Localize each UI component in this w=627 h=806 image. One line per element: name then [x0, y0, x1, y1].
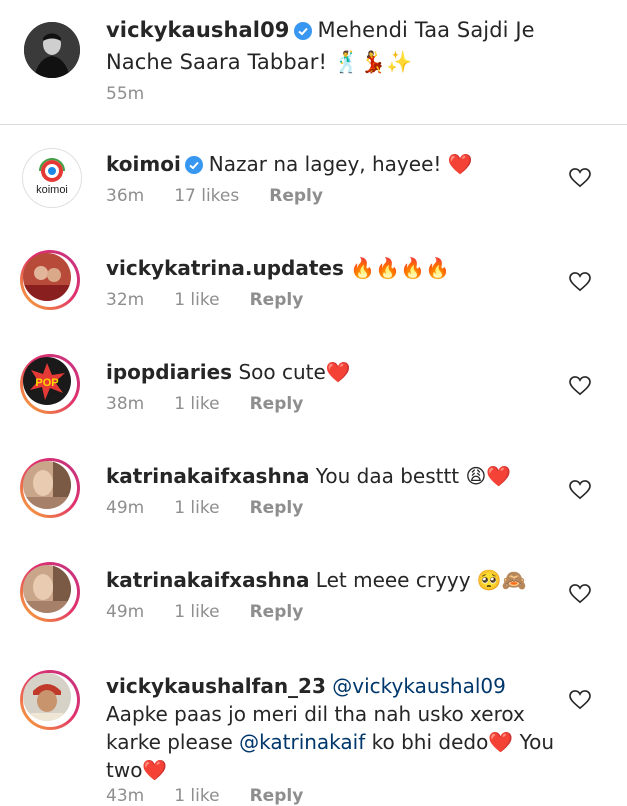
verified-badge-icon — [293, 19, 312, 48]
post-caption: vickykaushal09 Mehendi Taa Sajdi Je Nache… — [0, 0, 627, 120]
comment-text: vickykatrina.updates 🔥🔥🔥🔥 — [106, 254, 566, 282]
comment-body: You daa besttt 😩❤️ — [315, 464, 512, 488]
comment-likes[interactable]: 1 like — [174, 786, 219, 806]
comment-item: katrinakaifxashna Let meee cryyy 🥺🙈 49m 1… — [0, 552, 627, 656]
like-heart-icon[interactable] — [569, 690, 591, 710]
comment-likes[interactable]: 1 like — [174, 498, 219, 518]
commenter-avatar[interactable]: koimoi — [22, 148, 82, 208]
comment-username[interactable]: katrinakaifxashna — [106, 568, 309, 592]
commenter-avatar[interactable] — [20, 670, 80, 730]
comment-item: vickykaushalfan_23 @vickykaushal09 Aapke… — [0, 660, 627, 806]
comment-time: 32m — [106, 290, 145, 310]
like-heart-icon[interactable] — [569, 168, 591, 188]
reply-button[interactable]: Reply — [250, 786, 304, 806]
like-heart-icon[interactable] — [569, 584, 591, 604]
verified-badge-icon — [184, 153, 203, 181]
like-heart-icon[interactable] — [569, 272, 591, 292]
caption-text: vickykaushal09 Mehendi Taa Sajdi Je Nache… — [106, 16, 586, 77]
like-heart-icon[interactable] — [569, 376, 591, 396]
comment-body: Nazar na lagey, hayee! ❤️ — [208, 152, 473, 176]
commenter-avatar[interactable] — [20, 250, 80, 310]
commenter-avatar[interactable] — [20, 562, 80, 622]
comment-meta: 38m 1 like Reply — [106, 394, 333, 414]
commenter-avatar[interactable]: POP — [20, 354, 80, 414]
comment-text: koimoi Nazar na lagey, hayee! ❤️ — [106, 150, 566, 181]
comment-username[interactable]: katrinakaifxashna — [106, 464, 309, 488]
reply-button[interactable]: Reply — [250, 498, 304, 518]
comment-username[interactable]: vickykaushalfan_23 — [106, 674, 326, 698]
comment-meta: 49m 1 like Reply — [106, 498, 333, 518]
comment-body: Let meee cryyy 🥺🙈 — [315, 568, 527, 592]
commenter-avatar[interactable] — [20, 458, 80, 518]
comment-time: 36m — [106, 186, 145, 206]
comment-item: vickykatrina.updates 🔥🔥🔥🔥 32m 1 like Reply — [0, 240, 627, 344]
caption-username[interactable]: vickykaushal09 — [106, 18, 290, 42]
comment-meta: 32m 1 like Reply — [106, 290, 333, 310]
like-heart-icon[interactable] — [569, 480, 591, 500]
comment-likes[interactable]: 1 like — [174, 394, 219, 414]
comment-meta: 43m 1 like Reply — [106, 786, 333, 806]
divider — [0, 124, 627, 125]
comment-text: vickykaushalfan_23 @vickykaushal09 Aapke… — [106, 672, 566, 784]
reply-button[interactable]: Reply — [269, 186, 323, 206]
mention-link[interactable]: @vickykaushal09 — [332, 674, 506, 698]
comment-username[interactable]: ipopdiaries — [106, 360, 232, 384]
comment-text: ipopdiaries Soo cute❤️ — [106, 358, 566, 386]
comment-meta: 49m 1 like Reply — [106, 602, 333, 622]
comment-likes[interactable]: 1 like — [174, 602, 219, 622]
comment-likes[interactable]: 1 like — [174, 290, 219, 310]
comment-meta: 36m 17 likes Reply — [106, 186, 353, 206]
comment-time: 49m — [106, 602, 145, 622]
comment-text: katrinakaifxashna Let meee cryyy 🥺🙈 — [106, 566, 566, 594]
reply-button[interactable]: Reply — [250, 602, 304, 622]
author-avatar[interactable] — [24, 22, 80, 78]
caption-timestamp: 55m — [106, 84, 145, 104]
comment-text: katrinakaifxashna You daa besttt 😩❤️ — [106, 462, 566, 490]
comment-username[interactable]: vickykatrina.updates — [106, 256, 344, 280]
svg-text:POP: POP — [35, 377, 58, 389]
comment-item: POP ipopdiaries Soo cute❤️ 38m 1 like Repl… — [0, 344, 627, 448]
comment-item: katrinakaifxashna You daa besttt 😩❤️ 49m… — [0, 448, 627, 552]
comment-body: Soo cute❤️ — [238, 360, 351, 384]
reply-button[interactable]: Reply — [250, 290, 304, 310]
mention-link[interactable]: @katrinakaif — [239, 730, 365, 754]
comment-likes[interactable]: 17 likes — [174, 186, 239, 206]
svg-text:koimoi: koimoi — [36, 184, 68, 196]
comment-username[interactable]: koimoi — [106, 152, 181, 176]
comment-time: 43m — [106, 786, 145, 806]
comment-time: 38m — [106, 394, 145, 414]
reply-button[interactable]: Reply — [250, 394, 304, 414]
comment-item: koimoi koimoi Nazar na lagey, hayee! ❤️ 3… — [0, 136, 627, 240]
comment-time: 49m — [106, 498, 145, 518]
comment-body: 🔥🔥🔥🔥 — [350, 256, 450, 280]
